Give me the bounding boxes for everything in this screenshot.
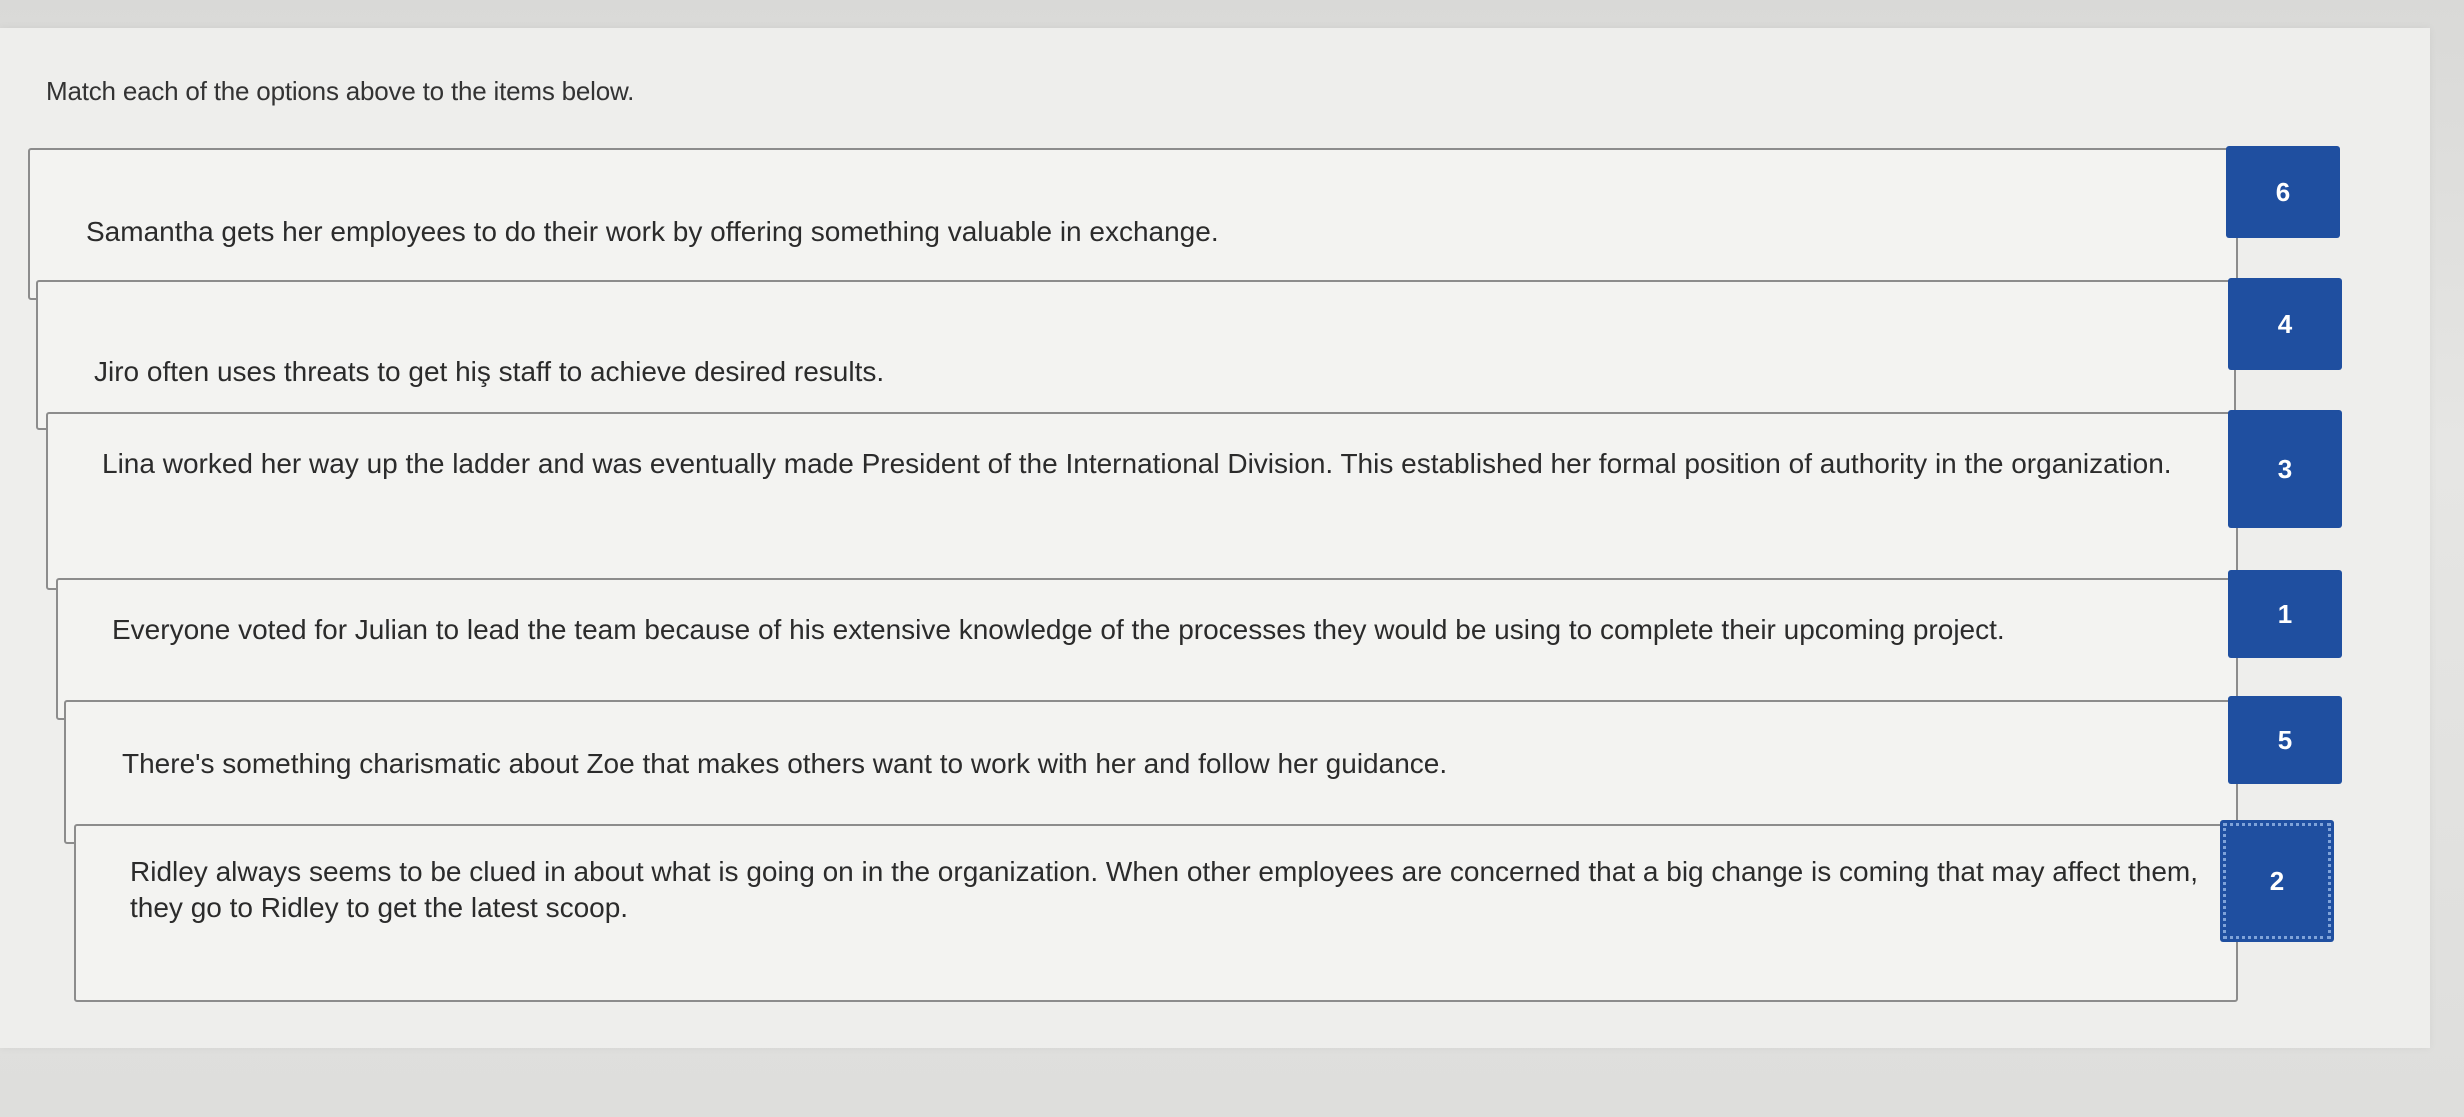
match-item-text-2: Jiro often uses threats to get hiş staff…: [94, 356, 885, 387]
match-item-4: [56, 578, 2238, 720]
answer-box-3[interactable]: 3: [2228, 410, 2342, 528]
match-item-text-1: Samantha gets her employees to do their …: [86, 216, 1219, 247]
answer-value-4: 1: [2277, 598, 2293, 629]
answer-box-2[interactable]: 4: [2228, 278, 2342, 370]
answer-value-2: 4: [2277, 308, 2293, 339]
answer-box-1[interactable]: 6: [2226, 146, 2340, 238]
answer-value-1: 6: [2275, 176, 2291, 207]
answer-box-6[interactable]: 2: [2220, 820, 2334, 942]
match-rows: Samantha gets her employees to do their …: [0, 0, 2464, 1117]
match-item-text-4: Everyone voted for Julian to lead the te…: [112, 614, 2005, 645]
match-item-text-3: Lina worked her way up the ladder and wa…: [102, 448, 2172, 479]
answer-box-5[interactable]: 5: [2228, 696, 2342, 784]
answer-value-5: 5: [2277, 724, 2293, 755]
answer-value-6: 2: [2269, 865, 2285, 896]
match-item-text-6: Ridley always seems to be clued in about…: [130, 856, 2199, 923]
answer-value-3: 3: [2277, 453, 2293, 484]
answer-box-4[interactable]: 1: [2228, 570, 2342, 658]
match-item-text-5: There's something charismatic about Zoe …: [122, 748, 1448, 779]
match-item-3: [46, 412, 2238, 590]
